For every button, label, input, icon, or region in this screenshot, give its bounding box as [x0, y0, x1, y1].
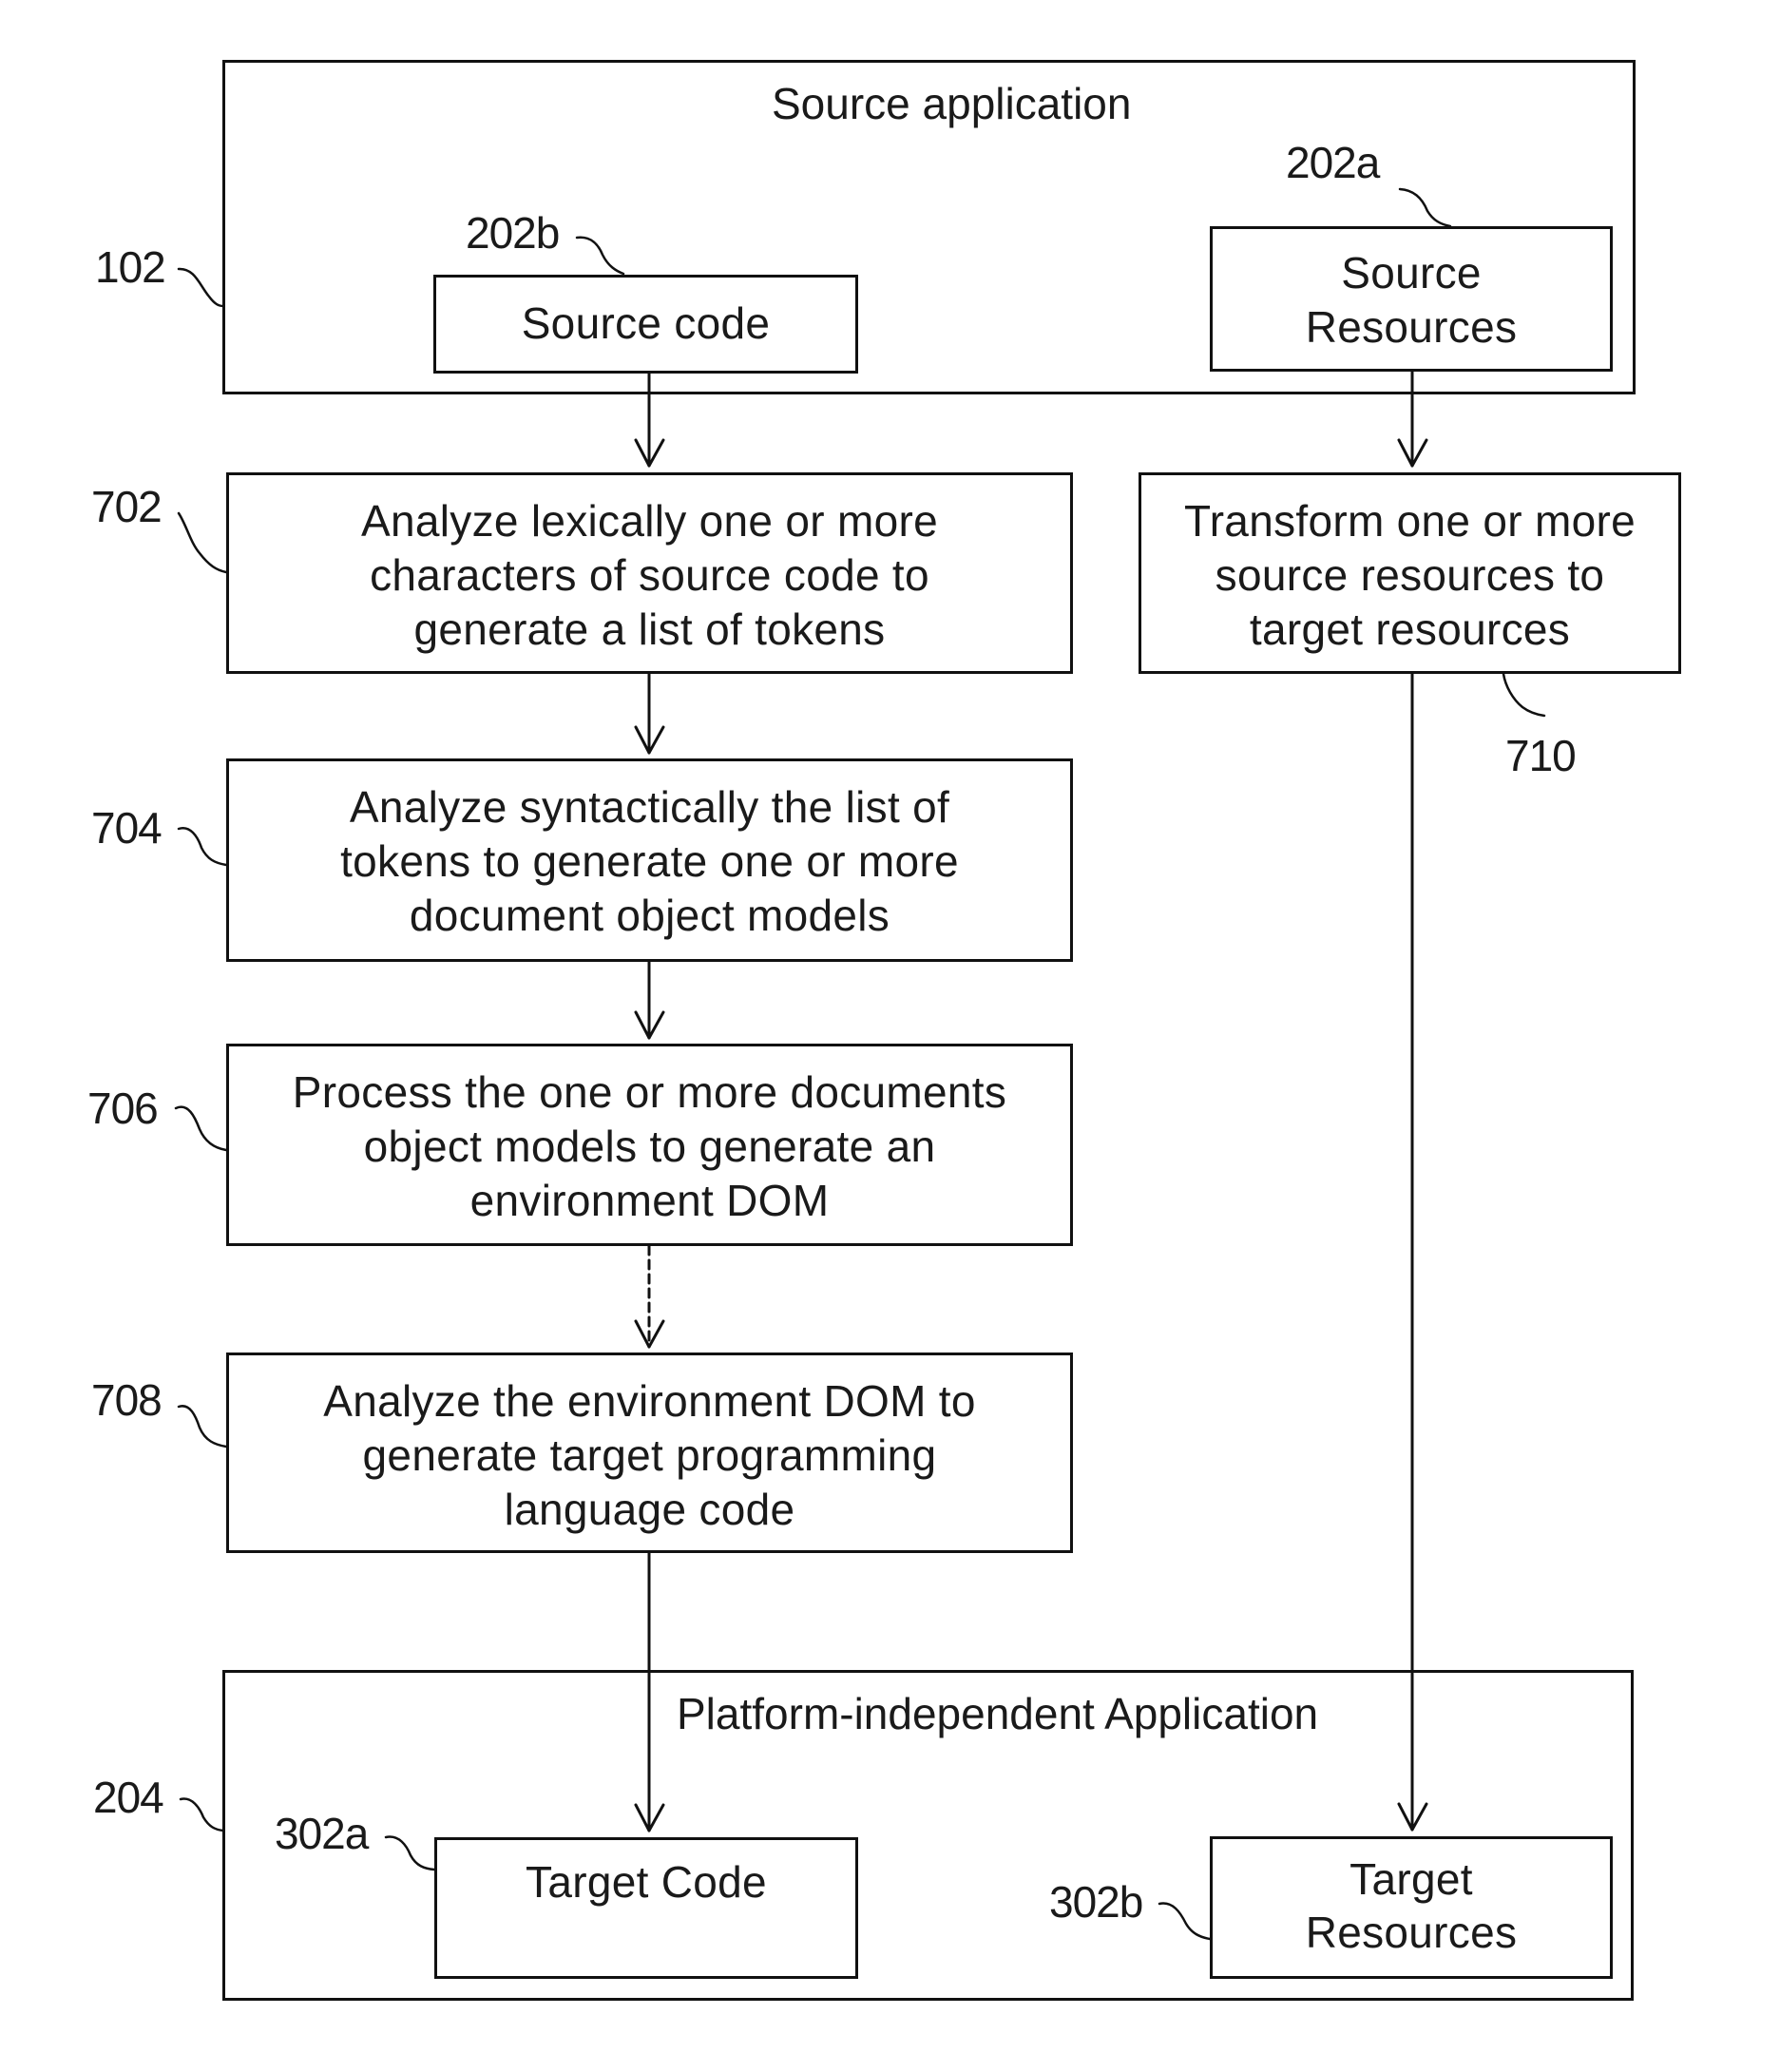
leader-706	[174, 1105, 228, 1152]
step-702-box: Analyze lexically one or more characters…	[226, 472, 1073, 674]
leader-708	[177, 1405, 228, 1448]
ref-label-202a: 202a	[1286, 138, 1380, 187]
step-704-text: Analyze syntactically the list of tokens…	[340, 782, 959, 940]
source-resources-label: Source Resources	[1305, 248, 1518, 352]
ref-label-710: 710	[1505, 731, 1577, 780]
ref-label-708: 708	[91, 1375, 163, 1425]
leader-204	[179, 1797, 225, 1832]
ref-label-706: 706	[87, 1084, 159, 1133]
arrowhead-into-706	[634, 1010, 665, 1040]
arrowhead-into-710	[1397, 438, 1428, 468]
step-706-box: Process the one or more documents object…	[226, 1044, 1073, 1246]
ref-label-302b: 302b	[1049, 1877, 1143, 1927]
ref-label-204: 204	[93, 1773, 164, 1822]
step-704-box: Analyze syntactically the list of tokens…	[226, 758, 1073, 962]
target-resources-label: Target Resources	[1305, 1854, 1518, 1957]
target-resources-box: Target Resources	[1210, 1836, 1613, 1979]
step-708-box: Analyze the environment DOM to generate …	[226, 1353, 1073, 1553]
flow-diagram: Source application 102 Source code 202b …	[0, 0, 1780, 2072]
ref-label-102: 102	[95, 242, 166, 292]
step-706-text: Process the one or more documents object…	[292, 1067, 1007, 1225]
target-code-box: Target Code	[434, 1837, 858, 1979]
ref-label-202b: 202b	[466, 208, 560, 258]
source-code-box: Source code	[433, 275, 858, 374]
arrowhead-into-704	[634, 725, 665, 755]
leader-710	[1502, 672, 1546, 718]
arrowhead-into-702	[634, 438, 665, 468]
step-702-text: Analyze lexically one or more characters…	[361, 496, 938, 654]
ref-label-302a: 302a	[275, 1809, 369, 1858]
leader-102	[177, 267, 225, 308]
leader-704	[177, 826, 228, 867]
ref-label-704: 704	[91, 803, 163, 853]
step-710-text: Transform one or more source resources t…	[1184, 496, 1636, 654]
source-application-title: Source application	[772, 79, 1132, 128]
source-resources-box: Source Resources	[1210, 226, 1613, 372]
source-code-label: Source code	[521, 298, 771, 348]
ref-label-702: 702	[91, 482, 163, 531]
target-code-label: Target Code	[526, 1857, 767, 1907]
step-710-box: Transform one or more source resources t…	[1139, 472, 1681, 674]
step-708-text: Analyze the environment DOM to generate …	[323, 1376, 976, 1534]
arrowhead-into-708	[634, 1319, 665, 1349]
platform-application-title: Platform-independent Application	[677, 1689, 1319, 1738]
leader-702	[177, 511, 228, 574]
